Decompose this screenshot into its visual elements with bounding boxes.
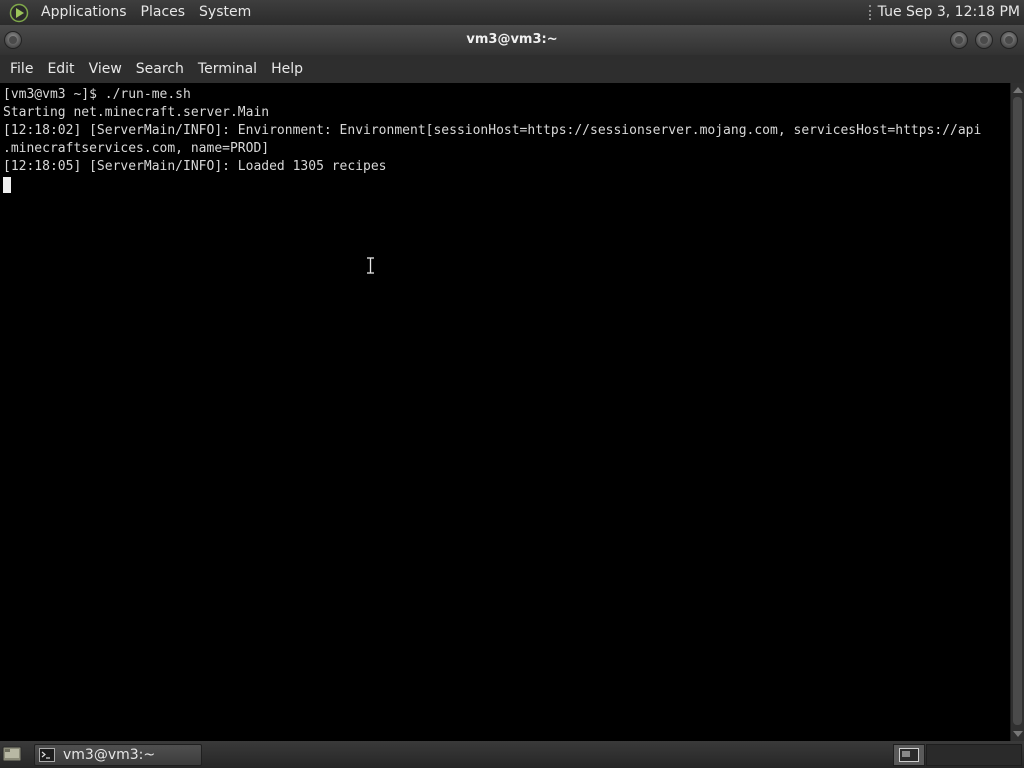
menu-help[interactable]: Help: [264, 55, 310, 83]
terminal-scrollbar[interactable]: [1010, 83, 1024, 741]
terminal-line: [12:18:05] [ServerMain/INFO]: Loaded 130…: [3, 159, 387, 174]
ibeam-cursor-icon: [367, 257, 374, 274]
menu-search[interactable]: Search: [129, 55, 191, 83]
terminal-line: Starting net.minecraft.server.Main: [3, 105, 270, 120]
top-panel: Applications Places System Tue Sep 3, 12…: [0, 0, 1024, 25]
applications-menu[interactable]: Applications: [34, 0, 134, 25]
terminal-icon: [39, 748, 55, 762]
terminal-line: [12:18:02] [ServerMain/INFO]: Environmen…: [3, 123, 982, 138]
text-cursor: [3, 177, 11, 193]
scroll-thumb[interactable]: [1013, 97, 1022, 725]
window-title: vm3@vm3:~: [466, 32, 558, 47]
close-button[interactable]: [1000, 31, 1018, 49]
taskbar-terminal-button[interactable]: vm3@vm3:~: [34, 744, 202, 766]
menu-view[interactable]: View: [82, 55, 129, 83]
menu-terminal[interactable]: Terminal: [191, 55, 264, 83]
workspace-switcher-icon: [899, 748, 919, 762]
scroll-up-icon[interactable]: [1013, 87, 1023, 93]
workspace-1[interactable]: [893, 744, 925, 766]
terminal-line: .minecraftservices.com, name=PROD]: [3, 141, 270, 156]
taskbar-button-label: vm3@vm3:~: [63, 747, 156, 763]
terminal-output[interactable]: [vm3@vm3 ~]$ ./run-me.sh Starting net.mi…: [0, 83, 1010, 741]
menu-edit[interactable]: Edit: [40, 55, 81, 83]
places-menu[interactable]: Places: [134, 0, 193, 25]
scroll-down-icon[interactable]: [1013, 731, 1023, 737]
bottom-panel: vm3@vm3:~: [0, 741, 1024, 768]
menubar: File Edit View Search Terminal Help: [0, 55, 1024, 83]
workspace-area[interactable]: [926, 744, 1022, 766]
system-menu[interactable]: System: [192, 0, 258, 25]
show-desktop-icon[interactable]: [2, 745, 22, 763]
terminal-line: [vm3@vm3 ~]$ ./run-me.sh: [3, 87, 191, 102]
maximize-button[interactable]: [975, 31, 993, 49]
menu-file[interactable]: File: [3, 55, 40, 83]
window-titlebar[interactable]: vm3@vm3:~: [0, 25, 1024, 55]
minimize-button[interactable]: [950, 31, 968, 49]
terminal-cursor-line: [3, 176, 1010, 194]
gnome-foot-icon[interactable]: [8, 2, 30, 24]
clock[interactable]: Tue Sep 3, 12:18 PM: [866, 0, 1024, 25]
